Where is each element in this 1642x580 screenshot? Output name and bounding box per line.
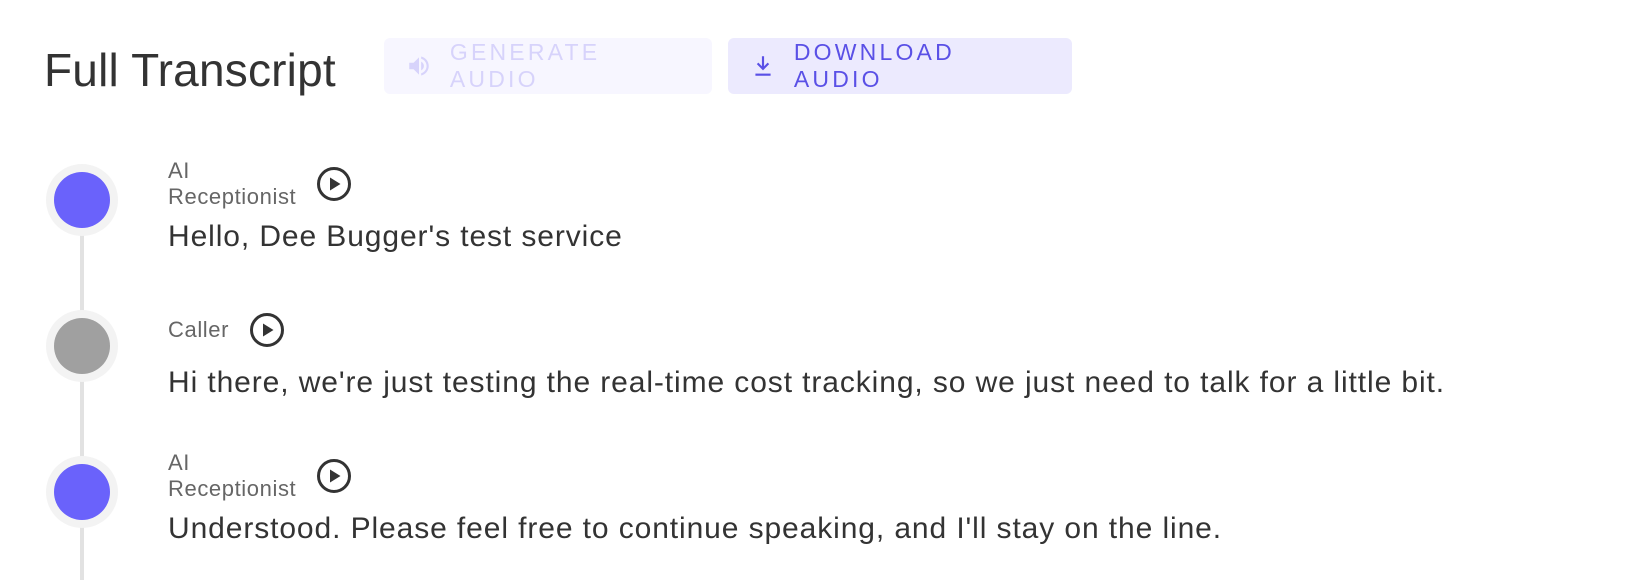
download-audio-label: DOWNLOAD AUDIO [793, 39, 955, 92]
message-text: Hi there, we're just testing the real-ti… [168, 366, 1446, 399]
caller-avatar-dot [54, 318, 110, 374]
generate-audio-label: GENERATE AUDIO [449, 39, 601, 92]
speaker-name: AI Receptionist [168, 158, 297, 209]
generate-audio-button[interactable]: GENERATE AUDIO [383, 38, 712, 94]
speaker-name: Caller [168, 317, 230, 342]
message-text: Hello, Dee Bugger's test service [168, 220, 623, 253]
message-text: Understood. Please feel free to continue… [168, 512, 1222, 545]
ai-avatar-dot [54, 464, 110, 520]
download-audio-button[interactable]: DOWNLOAD AUDIO [727, 38, 1072, 94]
speaker-icon [406, 53, 432, 79]
speaker-row: Caller [168, 312, 285, 348]
speaker-row: AI Receptionist [168, 158, 352, 209]
download-icon [750, 53, 776, 79]
play-circle-icon[interactable] [316, 458, 352, 494]
play-circle-icon[interactable] [249, 312, 285, 348]
speaker-avatar [46, 164, 118, 236]
speaker-avatar [46, 310, 118, 382]
transcript-header: Full Transcript GENERATE AUDIO DOWNLOAD … [44, 38, 1088, 96]
speaker-name: AI Receptionist [168, 450, 297, 501]
ai-avatar-dot [54, 172, 110, 228]
speaker-avatar [46, 456, 118, 528]
speaker-row: AI Receptionist [168, 450, 352, 501]
page-title: Full Transcript [44, 44, 336, 96]
play-circle-icon[interactable] [316, 166, 352, 202]
